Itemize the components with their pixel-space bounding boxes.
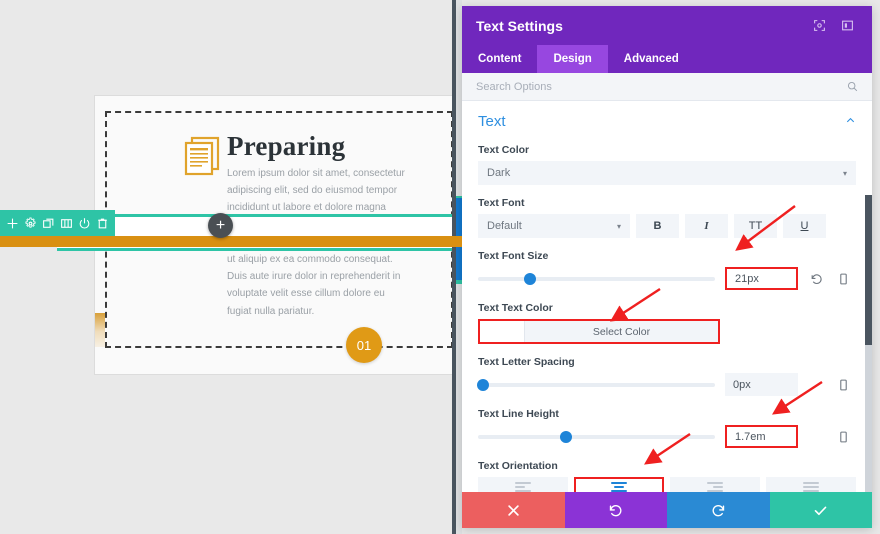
text-color-select[interactable]: Dark ▾ bbox=[478, 161, 856, 185]
bold-button[interactable]: B bbox=[636, 214, 679, 238]
align-justify-icon bbox=[803, 481, 819, 493]
label-text-orientation: Text Orientation bbox=[478, 460, 558, 472]
search-icon bbox=[846, 80, 860, 94]
tab-design[interactable]: Design bbox=[537, 45, 608, 73]
section-header-text[interactable]: Text bbox=[478, 113, 856, 130]
search-input[interactable] bbox=[474, 79, 846, 94]
font-size-slider[interactable] bbox=[478, 272, 715, 285]
field-text-orientation: Text Orientation bbox=[478, 460, 856, 492]
line-height-slider[interactable] bbox=[478, 430, 715, 443]
label-text-font: Text Font bbox=[478, 197, 525, 209]
duplicate-icon[interactable] bbox=[41, 216, 56, 231]
letter-spacing-input[interactable]: 0px bbox=[725, 373, 798, 396]
field-text-letter-spacing: Text Letter Spacing 0px bbox=[476, 356, 856, 396]
label-text-color: Text Color bbox=[478, 144, 530, 156]
builder-canvas: Preparing Lorem ipsum dolor sit amet, co… bbox=[0, 0, 464, 534]
responsive-device-icon[interactable] bbox=[835, 428, 852, 445]
panel-tabs[interactable]: Content Design Advanced bbox=[462, 45, 872, 73]
field-text-line-height: Text Line Height 1.7em bbox=[478, 408, 856, 448]
redo-button[interactable] bbox=[667, 492, 770, 528]
align-right-icon bbox=[707, 481, 723, 493]
section-title: Text bbox=[478, 113, 506, 130]
documents-icon bbox=[183, 135, 221, 177]
preview-heading: Preparing bbox=[227, 131, 346, 161]
field-text-color: Text Color Dark ▾ bbox=[478, 144, 856, 185]
cancel-button[interactable] bbox=[462, 492, 565, 528]
panel-header: Text Settings bbox=[462, 6, 872, 45]
font-size-slider-thumb[interactable] bbox=[524, 272, 537, 285]
uppercase-button[interactable]: TT bbox=[734, 214, 777, 238]
chevron-down-icon: ▾ bbox=[842, 168, 847, 178]
responsive-device-icon[interactable] bbox=[835, 376, 852, 393]
text-font-select[interactable]: Default ▾ bbox=[478, 214, 630, 238]
reset-icon[interactable] bbox=[808, 270, 825, 287]
line-height-slider-thumb[interactable] bbox=[559, 430, 572, 443]
chevron-up-icon[interactable] bbox=[845, 115, 856, 129]
align-right-button[interactable] bbox=[670, 477, 760, 492]
font-size-input[interactable]: 21px bbox=[725, 267, 798, 290]
label-text-text-color: Text Text Color bbox=[478, 302, 553, 314]
align-justify-button[interactable] bbox=[766, 477, 856, 492]
font-row: Default ▾ B I TT U bbox=[478, 214, 856, 238]
delete-trash-icon[interactable] bbox=[95, 216, 110, 231]
text-settings-panel: Text Settings Content Design Advanced Se… bbox=[462, 6, 872, 528]
columns-icon[interactable] bbox=[59, 216, 74, 231]
italic-button[interactable]: I bbox=[685, 214, 728, 238]
text-color-picker[interactable]: Select Color bbox=[478, 319, 720, 344]
module-action-toolbar[interactable] bbox=[0, 210, 115, 236]
text-font-value: Default bbox=[487, 220, 522, 232]
add-icon[interactable] bbox=[5, 216, 20, 231]
field-text-font-size: Text Font Size 21px bbox=[478, 250, 856, 290]
align-left-button[interactable] bbox=[478, 477, 568, 492]
text-color-value: Dark bbox=[487, 167, 511, 179]
line-height-input[interactable]: 1.7em bbox=[725, 425, 798, 448]
label-text-letter-spacing: Text Letter Spacing bbox=[478, 356, 575, 368]
chevron-down-icon: ▾ bbox=[616, 221, 621, 231]
tab-content[interactable]: Content bbox=[462, 45, 537, 73]
orange-accent-strip bbox=[0, 236, 462, 247]
select-color-button[interactable]: Select Color bbox=[525, 321, 718, 342]
panel-layout-icon[interactable] bbox=[836, 15, 858, 37]
app-root: Preparing Lorem ipsum dolor sit amet, co… bbox=[0, 0, 880, 534]
focus-target-icon[interactable] bbox=[808, 15, 830, 37]
color-swatch[interactable] bbox=[480, 321, 525, 342]
power-toggle-icon[interactable] bbox=[77, 216, 92, 231]
align-center-button[interactable] bbox=[574, 477, 664, 492]
add-module-button[interactable]: + bbox=[208, 213, 233, 238]
letter-spacing-row: 0px bbox=[476, 373, 856, 396]
search-bar[interactable] bbox=[462, 73, 872, 101]
settings-gear-icon[interactable] bbox=[23, 216, 38, 231]
save-button[interactable] bbox=[769, 492, 872, 528]
underline-button[interactable]: U bbox=[783, 214, 826, 238]
line-height-row: 1.7em bbox=[478, 425, 856, 448]
panel-title: Text Settings bbox=[476, 17, 563, 34]
field-text-font: Text Font Default ▾ B I TT U bbox=[478, 197, 856, 238]
label-text-font-size: Text Font Size bbox=[478, 250, 549, 262]
align-left-icon bbox=[515, 481, 531, 493]
letter-spacing-slider[interactable] bbox=[476, 378, 715, 391]
field-text-text-color: Text Text Color Select Color bbox=[478, 302, 856, 344]
step-number-badge: 01 bbox=[346, 327, 382, 363]
responsive-device-icon[interactable] bbox=[835, 270, 852, 287]
undo-button[interactable] bbox=[564, 492, 667, 528]
font-size-row: 21px bbox=[478, 267, 856, 290]
panel-scrollbar-thumb[interactable] bbox=[865, 195, 872, 345]
panel-body: Text Text Color Dark ▾ Text Font Default bbox=[462, 101, 872, 492]
panel-footer bbox=[462, 492, 872, 528]
align-center-icon bbox=[611, 481, 627, 493]
tab-advanced[interactable]: Advanced bbox=[608, 45, 695, 73]
text-orientation-group[interactable] bbox=[478, 477, 856, 492]
label-text-line-height: Text Line Height bbox=[478, 408, 559, 420]
letter-spacing-slider-thumb[interactable] bbox=[476, 378, 489, 391]
